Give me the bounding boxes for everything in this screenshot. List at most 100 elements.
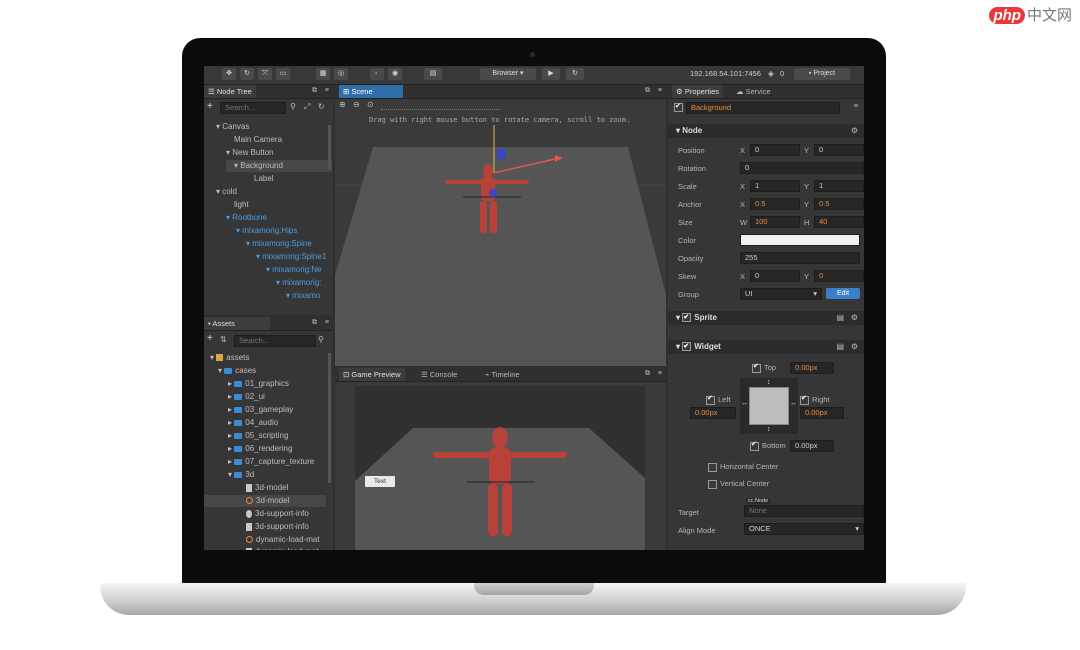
asset-search-input[interactable]: Search... [234,335,316,347]
menu-icon[interactable]: ≡ [325,87,329,94]
play-mode-3d-button[interactable]: ◉ [388,68,402,80]
asset-item[interactable]: 3d-support-info [246,521,309,533]
asset-item[interactable]: ▾ cases [218,365,256,377]
align-bottom-toggle[interactable]: Bottom [750,440,786,451]
size-height-input[interactable]: 40 [814,216,864,228]
section-sprite[interactable]: ▾ Sprite [668,311,864,325]
skew-y-input[interactable]: 0 [814,270,864,282]
bottom-input[interactable]: 0.00px [790,440,834,452]
tab-scene[interactable]: ⊞ Scene [339,85,403,98]
maximize-icon[interactable]: ⧉ [645,370,650,378]
menu-icon[interactable]: ≡ [325,319,329,326]
tree-item[interactable]: ▾ cold [216,186,237,198]
play-button[interactable]: ▶ [542,68,560,80]
position-x-input[interactable]: 0 [750,144,800,156]
asset-item[interactable]: ▸ 03_gameplay [228,404,293,416]
add-node-button[interactable]: + [207,101,213,112]
tab-assets[interactable]: ▪ Assets [204,317,270,330]
tree-item[interactable]: ▾ New Button [226,147,274,159]
scale-y-input[interactable]: 1 [814,180,864,192]
target-input[interactable]: None [744,505,864,517]
tab-console[interactable]: ☰ Console [417,368,461,381]
horizontal-center-toggle[interactable]: Horizontal Center [708,462,778,472]
align-top-toggle[interactable]: Top [752,362,776,373]
tree-scrollbar[interactable] [328,125,331,169]
section-node[interactable]: ▾ Node [668,124,864,138]
tree-item[interactable]: ▾ Canvas [216,121,249,133]
asset-item[interactable]: ▾ assets [210,352,249,364]
asset-item[interactable]: ▸ 05_scripting [228,430,288,442]
rect-tool-button[interactable]: ▭ [276,68,290,80]
anchor-y-input[interactable]: 0.5 [814,198,864,210]
menu-icon[interactable]: ≡ [658,87,662,94]
opacity-input[interactable]: 255 [740,252,860,264]
position-y-input[interactable]: 0 [814,144,864,156]
tree-item[interactable]: ▾ mixamorig:Hips [236,225,297,237]
asset-item[interactable]: ▸ 01_graphics [228,378,289,390]
refresh-icon[interactable]: ↻ [318,102,325,111]
tree-item[interactable]: ▾ Rootbone [226,212,267,224]
align-right-toggle[interactable]: Right [800,394,830,405]
assets-scrollbar[interactable] [328,353,331,483]
edit-group-button[interactable]: Edit [826,288,860,299]
group-select[interactable]: UI ▾ [740,288,822,300]
platform-select[interactable]: Browser ▾ [480,68,536,80]
scene-viewport[interactable] [335,125,666,366]
vertical-center-toggle[interactable]: Vertical Center [708,479,769,489]
anchor-x-input[interactable]: 0.5 [750,198,800,210]
section-widget[interactable]: ▾ Widget [668,340,864,354]
tab-properties[interactable]: ⚙ Properties [672,85,723,98]
asset-item[interactable]: dynamic-load-mat [246,534,320,546]
tree-item[interactable]: ▾ mixamorig:Spine1 [256,251,326,263]
gear-icon[interactable]: ⚙ [851,126,858,135]
tab-node-tree[interactable]: ☰ Node Tree [204,85,256,98]
search-icon[interactable]: ⚲ [290,102,296,111]
sort-icon[interactable]: ⇅ [220,335,227,344]
tab-timeline[interactable]: ⌁ Timeline [481,368,524,381]
project-button[interactable]: ▪ Project [794,68,850,80]
tab-game-preview[interactable]: ⊡ Game Preview [339,368,405,381]
size-width-input[interactable]: 100 [750,216,800,228]
zoom-in-icon[interactable]: ⊕ [339,100,346,109]
asset-item[interactable]: ▸ 02_ui [228,391,265,403]
node-active-toggle[interactable] [674,101,686,114]
asset-item[interactable]: ▾ 3d [228,469,254,481]
zoom-out-icon[interactable]: ⊖ [353,100,360,109]
node-name-input[interactable]: Background [686,102,840,114]
asset-item[interactable]: 3d-support-info [246,508,309,520]
move-tool-button[interactable]: ✥ [222,68,236,80]
zoom-reset-icon[interactable]: ⊙ [367,100,374,109]
maximize-icon[interactable]: ⧉ [312,319,317,327]
tree-item-selected[interactable]: ▾ Background [226,160,332,172]
expand-icon[interactable]: ⤢ [304,102,310,112]
top-input[interactable]: 0.00px [790,362,834,374]
refresh-button[interactable]: ↻ [566,68,584,80]
tree-item[interactable]: ▾ mixamorig:Ne [266,264,322,276]
align-left-toggle[interactable]: Left [706,394,731,405]
scale-x-input[interactable]: 1 [750,180,800,192]
tab-service[interactable]: ☁ Service [732,85,775,98]
maximize-icon[interactable]: ⧉ [645,87,650,95]
pivot-center-button[interactable]: ◎ [334,68,348,80]
asset-item[interactable]: ▸ 07_capture_texture [228,456,314,468]
local-global-button[interactable]: ▦ [316,68,330,80]
tree-item[interactable]: light [234,199,249,211]
add-asset-button[interactable]: + [207,333,213,344]
menu-icon[interactable]: ≡ [658,370,662,377]
game-viewport[interactable] [355,386,645,550]
scale-tool-button[interactable]: ⤧ [258,68,272,80]
asset-item[interactable]: 3d-model [246,482,288,494]
left-input[interactable]: 0.00px [690,407,736,419]
gear-icon[interactable]: ⚙ [851,342,858,351]
skew-x-input[interactable]: 0 [750,270,800,282]
rotate-tool-button[interactable]: ↻ [240,68,254,80]
search-icon[interactable]: ⚲ [318,335,324,344]
tree-item[interactable]: ▾ mixamo [286,290,320,302]
node-search-input[interactable]: Search... [220,102,286,114]
rotation-input[interactable]: 0 [740,162,864,174]
right-input[interactable]: 0.00px [800,407,844,419]
tree-item[interactable]: Main Camera [234,134,282,146]
color-swatch[interactable] [740,234,860,246]
component-doc-icon[interactable]: ▤ [836,342,844,351]
gear-icon[interactable]: ⚙ [851,313,858,322]
